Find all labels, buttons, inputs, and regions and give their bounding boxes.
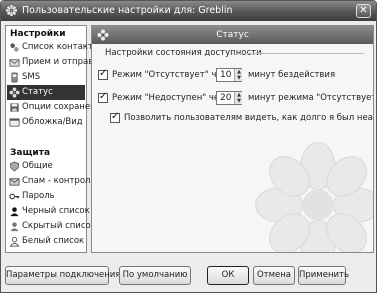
sidebar-item-send-receive[interactable]: Прием и отправка [7,55,104,70]
settings-section-title: Настройки [10,29,66,39]
sidebar-item-label: Статус [22,87,53,97]
sidebar: Настройки Список контактов Прием и отпра… [5,25,106,253]
sidebar-item-status[interactable]: Статус [7,85,85,100]
na-checkbox[interactable]: ✓ [98,91,108,103]
sidebar-item-general[interactable]: Общие [7,159,85,174]
sidebar-item-white-list[interactable]: Белый список [7,234,85,249]
save-options-icon [10,103,19,112]
icq-flower-icon [5,4,18,17]
checkmark-icon: ✓ [111,111,120,122]
close-icon: ✕ [359,5,368,16]
show-idle-label: Позволить пользователям видеть, как долг… [124,113,373,123]
sidebar-item-password[interactable]: Пароль [7,189,85,204]
panel-title: Статус [216,30,249,40]
away-minutes-spinner[interactable]: 10 ▲ ▼ [216,68,242,82]
spinner-arrows[interactable]: ▲ ▼ [234,69,242,81]
key-icon [9,193,20,200]
skin-icon [9,118,20,127]
sidebar-item-save-options[interactable]: Опции сохранения [7,100,106,115]
spam-control-icon [9,178,20,186]
status-flower-icon [9,87,20,98]
icq-flower-watermark-icon [254,141,373,252]
panel-header: Статус [92,26,373,44]
close-button[interactable]: ✕ [356,4,371,18]
sidebar-item-hidden-list[interactable]: Скрытый список [7,219,96,234]
away-checkbox[interactable]: ✓ [98,68,108,80]
arrow-down-icon[interactable]: ▼ [236,75,242,81]
general-icon [10,161,19,172]
sidebar-item-label: Спам - контроль [22,176,96,186]
na-minutes-value: 20 [220,93,232,103]
sidebar-item-label: Общие [22,161,53,171]
show-idle-checkbox[interactable]: ✓ [110,111,120,123]
sidebar-item-spam-control[interactable]: Спам - контроль [7,174,95,189]
checkmark-icon: ✓ [99,91,108,102]
sidebar-item-label: Пароль [22,191,55,201]
sidebar-item-label: Обложка/Вид [22,117,83,127]
defaults-button[interactable]: По умолчанию [119,266,191,285]
sidebar-item-sms[interactable]: SMS [7,70,85,85]
na-suffix: минут режима "Отсутствует" [248,93,374,103]
hidden-list-icon [10,222,19,232]
group-divider [232,53,364,54]
send-receive-icon [9,59,20,67]
status-panel: Статус Настройки состояния доступности ✓… [91,25,374,253]
na-minutes-spinner[interactable]: 20 ▲ ▼ [216,91,242,105]
away-suffix: минут бездействия [248,70,336,80]
white-list-icon [9,237,20,247]
sidebar-item-label: Скрытый список [22,221,96,231]
cancel-button[interactable]: Отмена [253,266,295,285]
arrow-down-icon[interactable]: ▼ [236,98,242,104]
security-section-title: Защита [10,148,51,158]
title-bar[interactable]: Пользовательские настройки для: Greblin … [1,1,376,21]
sms-icon [11,72,18,83]
away-minutes-value: 10 [220,70,232,80]
window-title: Пользовательские настройки для: Greblin [22,5,233,16]
settings-window: Пользовательские настройки для: Greblin … [0,0,377,293]
sidebar-item-black-list[interactable]: Черный список [7,204,90,219]
sidebar-item-label: SMS [22,72,41,82]
spinner-arrows[interactable]: ▲ ▼ [234,92,242,104]
sidebar-item-contact-list[interactable]: Список контактов [7,40,103,55]
ok-button[interactable]: ОК [207,266,249,285]
sidebar-item-label: Черный список [22,206,90,216]
sidebar-item-skin[interactable]: Обложка/Вид [7,115,85,130]
contact-list-icon [10,43,19,52]
sidebar-item-label: Белый список [22,236,85,246]
connection-settings-button[interactable]: Параметры подключения [5,266,120,285]
black-list-icon [10,207,19,217]
apply-button[interactable]: Применить [298,266,349,285]
checkmark-icon: ✓ [99,68,108,79]
